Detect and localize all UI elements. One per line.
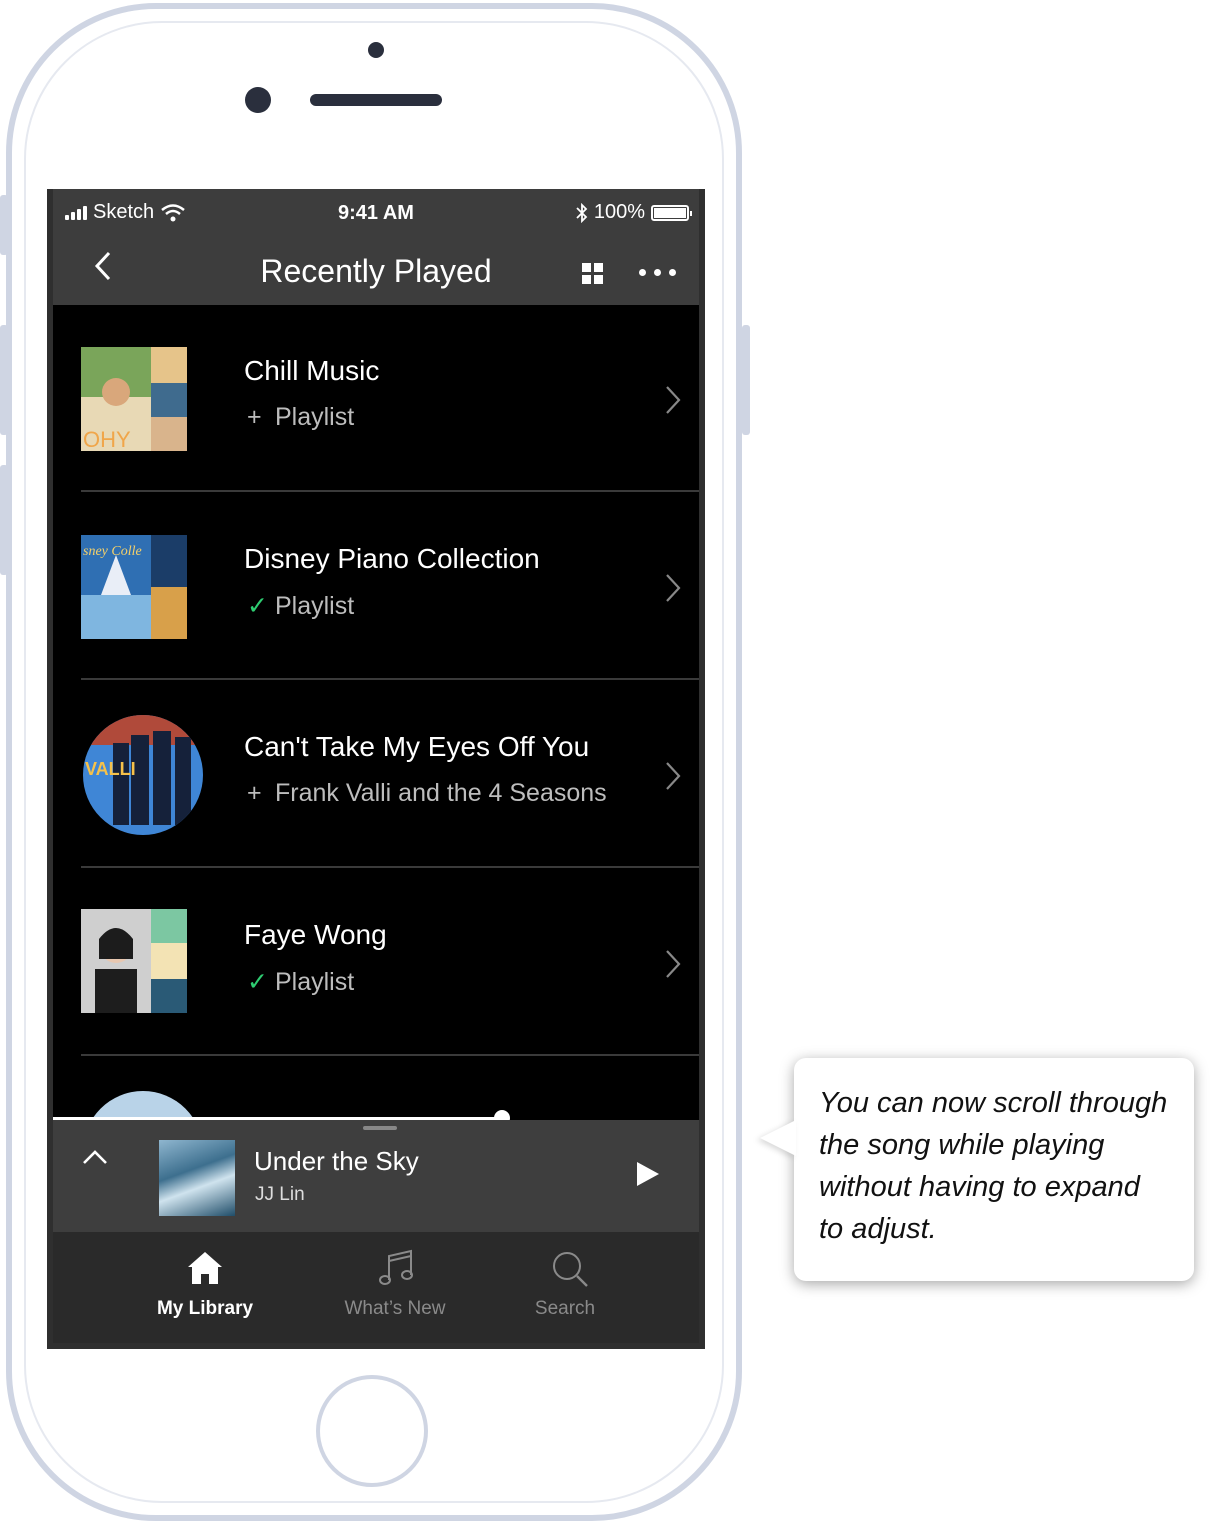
item-title: Chill Music — [244, 355, 380, 386]
tab-whats-new[interactable]: What’s New — [305, 1232, 485, 1343]
item-title: Faye Wong — [244, 919, 387, 950]
earpiece-speaker — [310, 94, 442, 106]
add-icon: + — [247, 403, 262, 431]
divider — [81, 1054, 699, 1056]
item-subtitle: + Playlist — [247, 403, 354, 432]
battery-icon — [651, 204, 692, 221]
power-button — [742, 325, 750, 435]
list-item[interactable]: OHY Chill Music + Playlist — [53, 305, 699, 492]
mini-player[interactable]: Under the Sky JJ Lin — [53, 1120, 699, 1232]
item-subtitle-text: Playlist — [275, 592, 355, 620]
divider — [81, 678, 699, 680]
bluetooth-icon — [576, 202, 588, 223]
more-options-icon[interactable] — [639, 269, 676, 276]
list-item[interactable]: VALLI Can't Take My Eyes Off You + Frank … — [53, 681, 699, 868]
check-icon: ✓ — [247, 592, 268, 620]
front-camera — [245, 87, 271, 113]
item-subtitle: ✓ Playlist — [247, 967, 354, 997]
item-title: Can't Take My Eyes Off You — [244, 731, 590, 762]
item-title: Disney Piano Collection — [244, 543, 540, 574]
item-subtitle: + Frank Valli and the 4 Seasons — [247, 779, 607, 808]
tab-bar: My Library What’s New Search — [53, 1232, 699, 1343]
item-subtitle-text: Playlist — [275, 968, 355, 996]
tab-my-library[interactable]: My Library — [115, 1232, 295, 1343]
chevron-right-icon — [666, 574, 681, 602]
mute-switch — [0, 195, 8, 255]
callout-text: You can now scroll through the song whil… — [819, 1087, 1168, 1245]
search-icon — [553, 1252, 588, 1287]
divider — [81, 866, 699, 868]
album-art: sney Colle — [81, 535, 187, 639]
svg-text:sney Colle: sney Colle — [83, 544, 142, 559]
item-subtitle-text: Frank Valli and the 4 Seasons — [275, 779, 607, 807]
home-icon — [188, 1252, 222, 1284]
annotation-callout: You can now scroll through the song whil… — [794, 1058, 1194, 1281]
status-bar: Sketch 9:41 AM 100% — [53, 189, 699, 235]
album-art — [81, 909, 187, 1013]
volume-up-button — [0, 325, 8, 435]
tab-search[interactable]: Search — [475, 1232, 655, 1343]
battery-percent: 100% — [593, 201, 645, 223]
play-icon[interactable] — [637, 1162, 659, 1186]
now-playing-art — [159, 1140, 235, 1216]
chevron-right-icon — [666, 950, 681, 978]
app-screen: Sketch 9:41 AM 100% Recently Played OHY … — [47, 189, 705, 1349]
chevron-right-icon — [666, 762, 681, 790]
artist-avatar: VALLI — [83, 715, 203, 835]
top-bar: Sketch 9:41 AM 100% Recently Played — [53, 189, 699, 305]
list-item[interactable]: Faye Wong ✓ Playlist — [53, 869, 699, 1056]
album-art: OHY — [81, 347, 187, 451]
tab-label: My Library — [156, 1298, 254, 1319]
nav-bar: Recently Played — [53, 237, 699, 305]
music-note-icon — [379, 1249, 413, 1285]
volume-down-button — [0, 465, 8, 575]
chevron-up-icon[interactable] — [81, 1148, 109, 1166]
list-item[interactable]: sney Colle Disney Piano Collection ✓ Play… — [53, 493, 699, 680]
svg-text:OHY: OHY — [83, 427, 131, 451]
now-playing-artist: JJ Lin — [255, 1184, 305, 1205]
add-icon: + — [247, 779, 262, 807]
item-subtitle-text: Playlist — [275, 403, 355, 431]
chevron-right-icon — [666, 386, 681, 414]
grid-view-icon[interactable] — [582, 263, 603, 284]
now-playing-title: Under the Sky — [254, 1146, 419, 1176]
drag-handle[interactable] — [363, 1126, 397, 1130]
tab-label: What’s New — [344, 1298, 446, 1319]
tab-label: Search — [534, 1298, 596, 1319]
proximity-sensor — [368, 42, 384, 58]
check-icon: ✓ — [247, 968, 268, 996]
item-subtitle: ✓ Playlist — [247, 591, 354, 621]
home-button[interactable] — [316, 1375, 428, 1487]
svg-text:VALLI: VALLI — [85, 759, 136, 779]
divider — [81, 490, 699, 492]
